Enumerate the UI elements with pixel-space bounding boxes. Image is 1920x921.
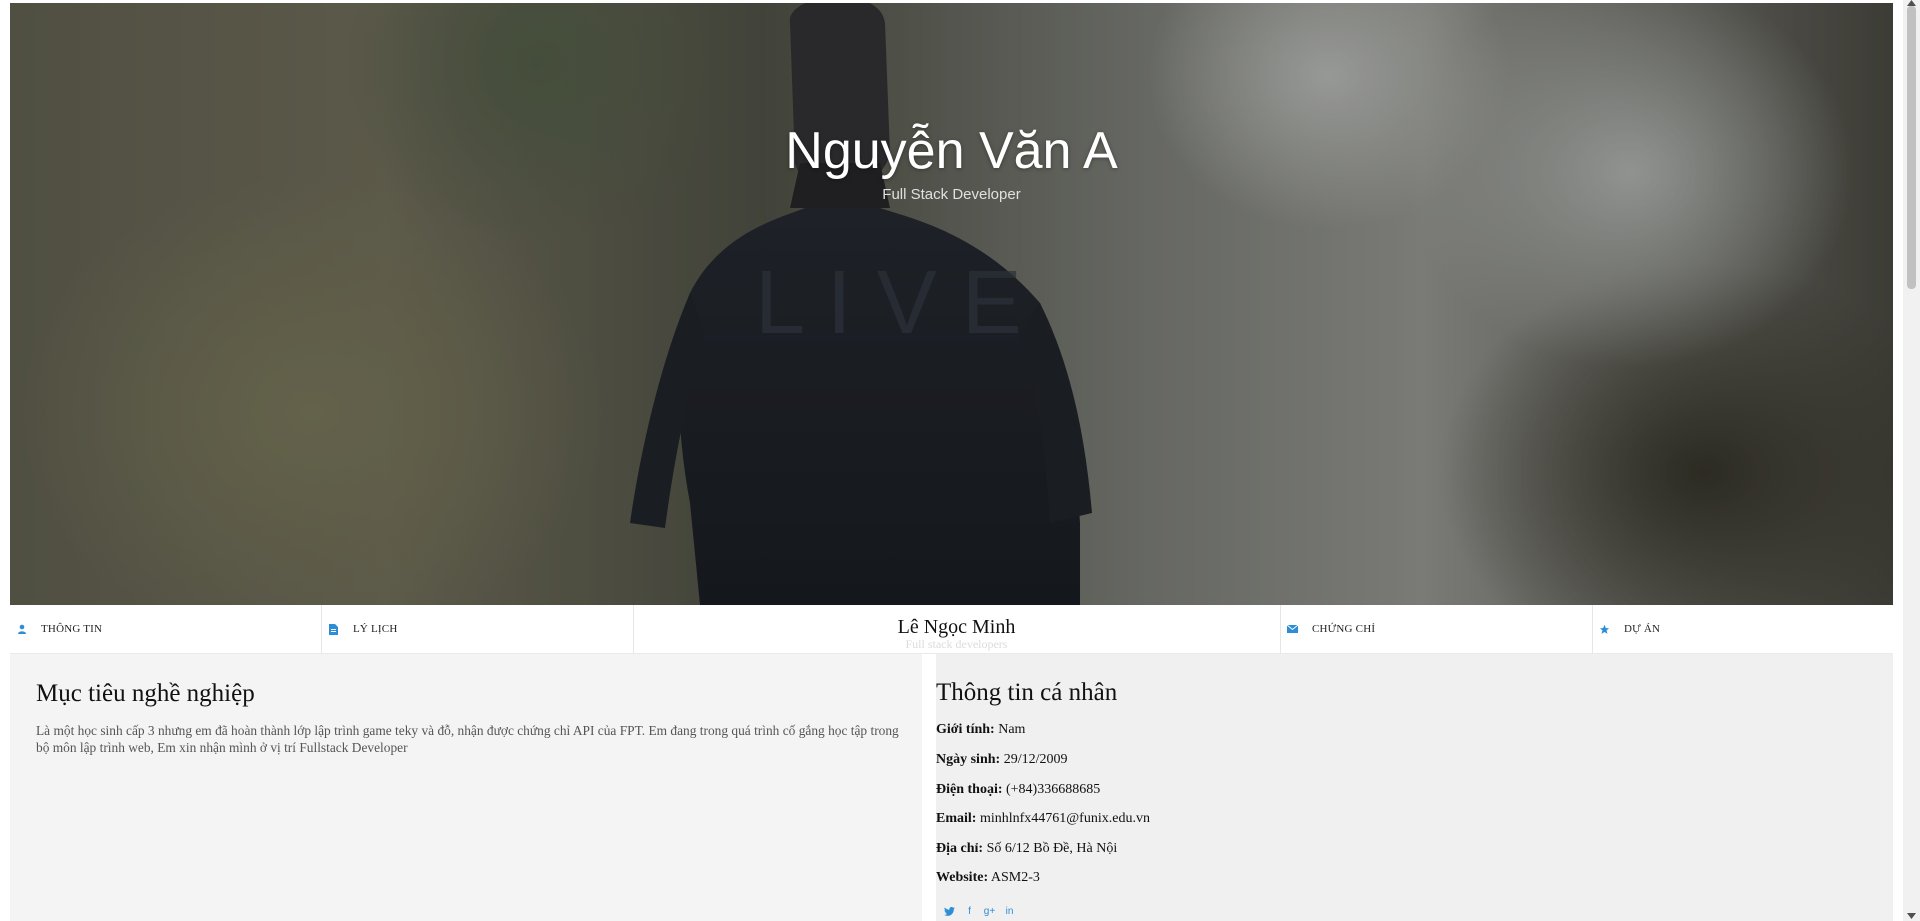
google-plus-icon[interactable]: g+ bbox=[984, 906, 995, 917]
brand-subtitle: Full stack developers bbox=[905, 637, 1008, 651]
info-value: ASM2-3 bbox=[990, 870, 1040, 885]
nav-item-du-an[interactable]: DỰ ÁN bbox=[1593, 605, 1893, 653]
personal-info-section: Thông tin cá nhân Giới tính: Nam Ngày si… bbox=[936, 654, 1893, 921]
star-icon bbox=[1599, 624, 1610, 635]
nav-brand[interactable]: Lê Ngọc Minh Full stack developers bbox=[633, 605, 1281, 653]
document-icon bbox=[328, 623, 339, 635]
envelope-icon bbox=[1287, 624, 1298, 635]
main-nav: THÔNG TIN LÝ LỊCH Lê Ngọc Minh Full stac… bbox=[10, 605, 1893, 654]
personal-info-title: Thông tin cá nhân bbox=[936, 679, 1118, 706]
info-value: Nam bbox=[998, 722, 1026, 737]
social-links: f g+ in bbox=[944, 906, 1015, 917]
info-label: Ngày sinh: bbox=[936, 752, 1001, 767]
info-label: Website: bbox=[936, 870, 989, 885]
info-value: minhlnfx44761@funix.edu.vn bbox=[979, 811, 1150, 826]
hero-overlay bbox=[10, 3, 1893, 605]
info-label: Điện thoại: bbox=[936, 782, 1003, 797]
info-value: Số 6/12 Bồ Đề, Hà Nội bbox=[986, 841, 1118, 856]
info-label: Email: bbox=[936, 811, 977, 826]
nav-item-label: LÝ LỊCH bbox=[353, 623, 398, 635]
hero-role: Full Stack Developer bbox=[882, 186, 1021, 203]
info-website: Website: ASM2-3 bbox=[936, 870, 1040, 886]
brand-name: Lê Ngọc Minh bbox=[897, 616, 1016, 638]
nav-item-chung-chi[interactable]: CHỨNG CHỈ bbox=[1281, 605, 1593, 653]
scroll-down-arrow-icon[interactable] bbox=[1907, 913, 1916, 919]
objective-section: Mục tiêu nghề nghiệp Là một học sinh cấp… bbox=[10, 654, 922, 921]
info-gender: Giới tính: Nam bbox=[936, 722, 1025, 738]
page: L I V E Nguyễn Văn A Full Stack Develope… bbox=[10, 3, 1893, 921]
nav-item-label: THÔNG TIN bbox=[41, 623, 103, 635]
nav-item-ly-lich[interactable]: LÝ LỊCH bbox=[322, 605, 634, 653]
user-icon bbox=[16, 624, 27, 635]
info-value: (+84)336688685 bbox=[1006, 782, 1101, 797]
linkedin-icon[interactable]: in bbox=[1004, 906, 1015, 917]
info-value: 29/12/2009 bbox=[1003, 752, 1068, 767]
hero-banner: L I V E Nguyễn Văn A Full Stack Develope… bbox=[10, 3, 1893, 605]
facebook-icon[interactable]: f bbox=[964, 906, 975, 917]
info-address: Địa chỉ: Số 6/12 Bồ Đề, Hà Nội bbox=[936, 841, 1117, 857]
objective-text: Là một học sinh cấp 3 nhưng em đã hoàn t… bbox=[36, 723, 899, 755]
info-phone: Điện thoại: (+84)336688685 bbox=[936, 782, 1100, 798]
info-email: Email: minhlnfx44761@funix.edu.vn bbox=[936, 811, 1150, 827]
hero-name: Nguyễn Văn A bbox=[785, 122, 1118, 180]
twitter-icon[interactable] bbox=[944, 906, 955, 917]
nav-item-label: CHỨNG CHỈ bbox=[1312, 623, 1376, 635]
vertical-scrollbar[interactable] bbox=[1903, 0, 1920, 921]
info-label: Địa chỉ: bbox=[936, 841, 984, 856]
scrollbar-thumb[interactable] bbox=[1907, 6, 1916, 289]
info-birthdate: Ngày sinh: 29/12/2009 bbox=[936, 752, 1067, 768]
objective-title: Mục tiêu nghề nghiệp bbox=[36, 680, 255, 707]
info-label: Giới tính: bbox=[936, 722, 995, 737]
nav-item-label: DỰ ÁN bbox=[1624, 623, 1661, 635]
nav-item-thong-tin[interactable]: THÔNG TIN bbox=[10, 605, 322, 653]
